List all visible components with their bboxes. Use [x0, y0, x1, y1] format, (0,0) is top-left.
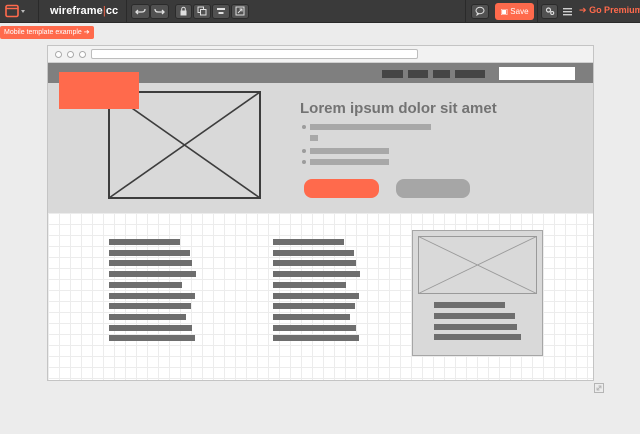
text-block-line[interactable]: [273, 250, 354, 256]
content-card[interactable]: [412, 230, 543, 356]
arrow-right-icon: ➔: [579, 5, 587, 15]
nav-item-placeholder[interactable]: [382, 70, 403, 78]
text-block-line[interactable]: [109, 239, 180, 245]
text-block-line[interactable]: [273, 239, 344, 245]
undo-icon: [135, 8, 146, 15]
settings-button[interactable]: [541, 4, 558, 19]
primary-button-placeholder[interactable]: [304, 179, 379, 198]
duplicate-button[interactable]: [193, 4, 211, 19]
nav-item-placeholder[interactable]: [433, 70, 450, 78]
text-block-line[interactable]: [109, 250, 190, 256]
browser-url-bar[interactable]: [91, 49, 418, 59]
go-premium-label: Go Premium: [589, 5, 640, 15]
app-name-part2: cc: [105, 5, 119, 17]
text-block-line[interactable]: [273, 303, 355, 309]
text-block-line[interactable]: [109, 314, 186, 320]
text-block-line[interactable]: [273, 282, 346, 288]
logo-placeholder[interactable]: [59, 72, 139, 109]
save-label: Save: [510, 7, 529, 16]
bullet-text-placeholder[interactable]: [310, 135, 318, 141]
wireframe-canvas[interactable]: Lorem ipsum dolor sit amet: [47, 45, 594, 381]
text-block-line[interactable]: [273, 325, 356, 331]
bullet-text-placeholder[interactable]: [310, 148, 389, 154]
app-name-part1: wireframe: [50, 5, 103, 17]
settings-icon: [545, 7, 554, 16]
text-block-line[interactable]: [273, 260, 356, 266]
card-text-line[interactable]: [434, 302, 505, 308]
text-block-line[interactable]: [109, 325, 192, 331]
export-icon: [235, 6, 245, 16]
text-block-line[interactable]: [273, 293, 359, 299]
align-icon: [217, 8, 225, 14]
window-dot-minimize: [67, 51, 74, 58]
bullet-text-placeholder[interactable]: [310, 124, 431, 130]
card-text-line[interactable]: [434, 324, 517, 330]
app-logo: wireframe|cc: [50, 5, 118, 17]
duplicate-icon: [197, 6, 207, 16]
text-block-line[interactable]: [109, 260, 192, 266]
bullet-text-placeholder[interactable]: [310, 159, 389, 165]
template-example-label: Mobile template example: [4, 29, 82, 36]
toolbar-separator: [38, 0, 39, 23]
card-text-line[interactable]: [434, 313, 515, 319]
secondary-button-placeholder[interactable]: [396, 179, 470, 198]
resize-handle-icon[interactable]: [594, 383, 604, 393]
nav-item-placeholder[interactable]: [455, 70, 485, 78]
bullet-point: [302, 125, 306, 129]
text-block-line[interactable]: [273, 271, 360, 277]
bullet-point: [302, 160, 306, 164]
browser-chrome: [48, 46, 593, 63]
redo-button[interactable]: [150, 4, 169, 19]
go-premium-link[interactable]: ➔ Go Premium: [579, 5, 640, 16]
comment-icon: [475, 6, 485, 17]
window-dot-close: [55, 51, 62, 58]
top-toolbar: wireframe|cc ▣ Save ➔ Go Premium: [0, 0, 640, 23]
bullet-point: [302, 149, 306, 153]
window-dot-maximize: [79, 51, 86, 58]
save-button[interactable]: ▣ Save: [495, 3, 534, 20]
redo-icon: [154, 8, 165, 15]
toolbar-separator: [537, 0, 538, 23]
hamburger-icon[interactable]: [563, 7, 572, 16]
card-text-line[interactable]: [434, 334, 521, 340]
template-example-tag[interactable]: Mobile template example ➔: [0, 26, 94, 39]
text-block-line[interactable]: [273, 335, 359, 341]
text-block-line[interactable]: [109, 282, 182, 288]
nav-item-placeholder[interactable]: [408, 70, 428, 78]
align-button[interactable]: [212, 4, 230, 19]
text-block-line[interactable]: [109, 293, 195, 299]
text-block-line[interactable]: [109, 271, 196, 277]
lock-button[interactable]: [175, 4, 192, 19]
comment-button[interactable]: [471, 4, 489, 19]
toolbar-separator: [126, 0, 127, 23]
image-placeholder[interactable]: [418, 236, 537, 294]
toolbar-separator: [465, 0, 466, 23]
window-menu-icon[interactable]: [5, 4, 27, 19]
arrow-right-icon: ➔: [83, 29, 90, 36]
hero-title[interactable]: Lorem ipsum dolor sit amet: [300, 100, 497, 117]
save-icon: ▣: [500, 7, 509, 16]
text-block-line[interactable]: [109, 335, 195, 341]
export-button[interactable]: [231, 4, 249, 19]
nav-search-placeholder[interactable]: [499, 67, 575, 80]
lock-icon: [180, 6, 187, 16]
text-block-line[interactable]: [273, 314, 350, 320]
undo-button[interactable]: [131, 4, 150, 19]
text-block-line[interactable]: [109, 303, 191, 309]
